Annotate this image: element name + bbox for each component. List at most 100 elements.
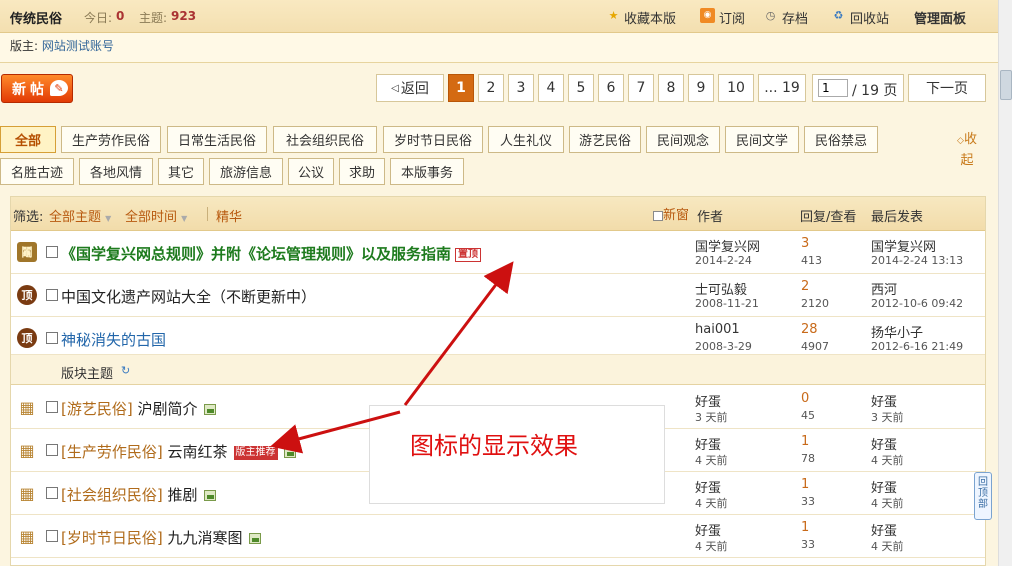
thread-checkbox[interactable] bbox=[46, 332, 58, 344]
thread-checkbox[interactable] bbox=[46, 289, 58, 301]
page-jump-input[interactable] bbox=[818, 79, 848, 97]
thread-author[interactable]: 国学复兴网 bbox=[695, 236, 760, 255]
last-poster[interactable]: 好蛋 bbox=[871, 434, 897, 453]
thread-title-link[interactable]: 中国文化遗产网站大全（不断更新中） bbox=[61, 286, 316, 307]
page-link-last[interactable]: ... 19 bbox=[758, 74, 806, 102]
last-poster[interactable]: 扬华小子 bbox=[871, 322, 923, 341]
collapse-toggle[interactable]: ◇收起 bbox=[952, 130, 982, 171]
refresh-icon[interactable]: ↻ bbox=[121, 364, 130, 377]
thread-replies[interactable]: 28 bbox=[801, 322, 818, 337]
thread-replies[interactable]: 2 bbox=[801, 279, 809, 294]
page-link-1[interactable]: 1 bbox=[448, 74, 474, 102]
thread-replies[interactable]: 1 bbox=[801, 434, 809, 449]
admin-panel-link[interactable]: 管理面板 bbox=[914, 8, 966, 27]
thread-checkbox[interactable] bbox=[46, 246, 58, 258]
last-post-date[interactable]: 4 天前 bbox=[871, 495, 904, 511]
last-poster[interactable]: 西河 bbox=[871, 279, 897, 298]
category-travel-info[interactable]: 旅游信息 bbox=[209, 158, 283, 185]
category-festivals[interactable]: 岁时节日民俗 bbox=[383, 126, 483, 153]
category-social-org[interactable]: 社会组织民俗 bbox=[273, 126, 377, 153]
thread-date: 2008-3-29 bbox=[695, 340, 752, 353]
thread-replies[interactable]: 0 bbox=[801, 391, 809, 406]
thread-title-link[interactable]: [生产劳作民俗] 云南红茶 版主推荐 bbox=[61, 441, 296, 462]
last-poster[interactable]: 好蛋 bbox=[871, 391, 897, 410]
vertical-scrollbar[interactable] bbox=[998, 0, 1012, 566]
favorite-link[interactable]: 收藏本版 bbox=[624, 8, 676, 27]
category-taboos[interactable]: 民俗禁忌 bbox=[804, 126, 878, 153]
thread-date: 4 天前 bbox=[695, 540, 728, 553]
thread-author[interactable]: 好蛋 bbox=[695, 520, 721, 539]
thread-author[interactable]: 士可弘毅 bbox=[695, 279, 747, 298]
back-to-top-button[interactable]: 回顶部 bbox=[974, 472, 992, 520]
page-link-6[interactable]: 6 bbox=[598, 74, 624, 102]
back-button[interactable]: ◁ 返回 bbox=[376, 74, 444, 102]
category-discussion[interactable]: 公议 bbox=[288, 158, 334, 185]
category-entertainment[interactable]: 游艺民俗 bbox=[569, 126, 641, 153]
category-local-customs[interactable]: 各地风情 bbox=[79, 158, 153, 185]
page-link-2[interactable]: 2 bbox=[478, 74, 504, 102]
filter-all-topics[interactable]: 全部主题 ▼ bbox=[49, 206, 111, 225]
last-post-date[interactable]: 2012-10-6 09:42 bbox=[871, 297, 963, 310]
thread-title-link[interactable]: [社会组织民俗] 推剧 bbox=[61, 484, 216, 505]
page-link-8[interactable]: 8 bbox=[658, 74, 684, 102]
thread-row[interactable]: 鬮 《国学复兴网总规则》并附《论坛管理规则》以及服务指南 置顶 国学复兴网 201… bbox=[11, 231, 985, 274]
thread-checkbox[interactable] bbox=[46, 401, 58, 413]
page-link-9[interactable]: 9 bbox=[688, 74, 714, 102]
thread-author[interactable]: 好蛋 bbox=[695, 434, 721, 453]
filter-digest[interactable]: 精华 bbox=[216, 206, 242, 225]
last-post-date[interactable]: 4 天前 bbox=[871, 538, 904, 554]
page-link-4[interactable]: 4 bbox=[538, 74, 564, 102]
thread-row[interactable]: 顶 神秘消失的古国 hai001 2008-3-29 28 4907 扬华小子 … bbox=[11, 317, 985, 355]
category-scenic-spots[interactable]: 名胜古迹 bbox=[0, 158, 74, 185]
last-poster[interactable]: 国学复兴网 bbox=[871, 236, 936, 255]
subscribe-link[interactable]: 订阅 bbox=[719, 8, 745, 27]
page-link-7[interactable]: 7 bbox=[628, 74, 654, 102]
moderator-name[interactable]: 网站测试账号 bbox=[42, 39, 114, 53]
category-all[interactable]: 全部 bbox=[0, 126, 56, 153]
new-window-checkbox[interactable] bbox=[653, 210, 663, 221]
thread-type-tag[interactable]: [游艺民俗] bbox=[61, 400, 133, 418]
new-window-toggle[interactable]: 新窗 bbox=[653, 204, 689, 223]
thread-type-tag[interactable]: [社会组织民俗] bbox=[61, 486, 163, 504]
page-link-5[interactable]: 5 bbox=[568, 74, 594, 102]
thread-checkbox[interactable] bbox=[46, 487, 58, 499]
thread-type-tag[interactable]: [岁时节日民俗] bbox=[61, 529, 163, 547]
new-post-button[interactable]: 新帖 ✎ bbox=[1, 74, 73, 103]
next-page-button[interactable]: 下一页 bbox=[908, 74, 986, 102]
last-post-date[interactable]: 3 天前 bbox=[871, 409, 904, 425]
thread-author[interactable]: 好蛋 bbox=[695, 477, 721, 496]
last-poster[interactable]: 好蛋 bbox=[871, 520, 897, 539]
thread-replies[interactable]: 1 bbox=[801, 477, 809, 492]
thread-author[interactable]: 好蛋 bbox=[695, 391, 721, 410]
thread-title-link[interactable]: [岁时节日民俗] 九九消寒图 bbox=[61, 527, 261, 548]
archive-link[interactable]: 存档 bbox=[782, 8, 808, 27]
thread-row[interactable]: 顶 中国文化遗产网站大全（不断更新中） 士可弘毅 2008-11-21 2 21… bbox=[11, 274, 985, 317]
scrollbar-thumb[interactable] bbox=[1000, 70, 1012, 100]
category-others[interactable]: 其它 bbox=[158, 158, 204, 185]
recycle-bin-link[interactable]: 回收站 bbox=[850, 8, 889, 27]
category-life-rituals[interactable]: 人生礼仪 bbox=[488, 126, 564, 153]
thread-checkbox[interactable] bbox=[46, 444, 58, 456]
thread-title-link[interactable]: [游艺民俗] 沪剧简介 bbox=[61, 398, 216, 419]
page-link-3[interactable]: 3 bbox=[508, 74, 534, 102]
category-production[interactable]: 生产劳作民俗 bbox=[61, 126, 161, 153]
category-daily-life[interactable]: 日常生活民俗 bbox=[167, 126, 267, 153]
thread-replies[interactable]: 1 bbox=[801, 520, 809, 535]
last-poster[interactable]: 好蛋 bbox=[871, 477, 897, 496]
category-folk-beliefs[interactable]: 民间观念 bbox=[646, 126, 720, 153]
last-post-date[interactable]: 2012-6-16 21:49 bbox=[871, 340, 963, 353]
thread-title-link[interactable]: 神秘消失的古国 bbox=[61, 329, 166, 350]
filter-all-time[interactable]: 全部时间 ▼ bbox=[125, 206, 187, 225]
thread-type-tag[interactable]: [生产劳作民俗] bbox=[61, 443, 163, 461]
thread-author[interactable]: hai001 bbox=[695, 322, 740, 337]
last-post-date[interactable]: 2014-2-24 13:13 bbox=[871, 254, 963, 267]
last-post-date[interactable]: 4 天前 bbox=[871, 452, 904, 468]
category-help[interactable]: 求助 bbox=[339, 158, 385, 185]
category-board-affairs[interactable]: 本版事务 bbox=[390, 158, 464, 185]
page-link-10[interactable]: 10 bbox=[718, 74, 754, 102]
thread-replies[interactable]: 3 bbox=[801, 236, 809, 251]
thread-checkbox[interactable] bbox=[46, 530, 58, 542]
category-folk-literature[interactable]: 民间文学 bbox=[725, 126, 799, 153]
thread-title-link[interactable]: 《国学复兴网总规则》并附《论坛管理规则》以及服务指南 置顶 bbox=[61, 243, 482, 264]
thread-row[interactable]: ▦ [岁时节日民俗] 九九消寒图 好蛋 4 天前 1 33 好蛋 4 天前 bbox=[11, 515, 985, 558]
